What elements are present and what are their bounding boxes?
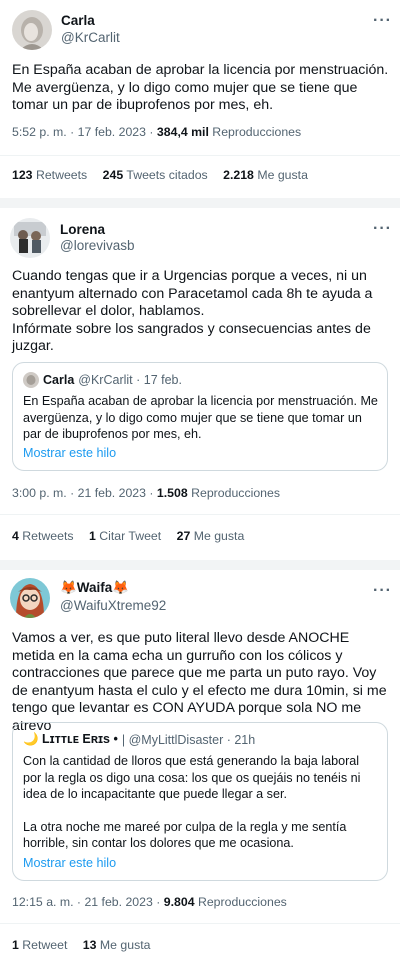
likes-stat[interactable]: 13 Me gusta	[83, 938, 151, 952]
avatar-waifa[interactable]	[10, 578, 50, 618]
tweet-time[interactable]: 3:00 p. m. · 21 feb. 2023 ·	[12, 486, 157, 500]
tweet-paragraph: Cuando tengas que ir a Urgencias porque …	[12, 268, 373, 319]
views-label: Reproducciones	[194, 895, 287, 909]
view-count: 9.804	[163, 895, 195, 909]
quote-paragraph: La otra noche me mareé por culpa de la r…	[23, 819, 347, 851]
quote-author-handle: | @MyLittlDisaster · 21h	[121, 732, 256, 747]
tweet-paragraph: Infórmate sobre los sangrados y consecue…	[12, 320, 371, 355]
quote-author-handle: @KrCarlit · 17 feb.	[78, 373, 182, 387]
quote-text: En España acaban de aprobar la licencia …	[23, 394, 378, 441]
divider	[0, 155, 400, 156]
more-dots-icon[interactable]: ···	[373, 583, 392, 599]
divider	[0, 560, 400, 570]
tweet-time[interactable]: 12:15 a. m. · 21 feb. 2023 ·	[12, 895, 164, 909]
avatar-lorena[interactable]	[10, 218, 50, 258]
more-dots-icon[interactable]: ···	[373, 13, 392, 29]
quote-header: Carla @KrCarlit · 17 feb.	[23, 372, 182, 388]
quote-header: 🌙 Lɪᴛᴛʟᴇ Eʀɪs • | @MyLittlDisaster · 21h	[23, 732, 255, 747]
more-dots-icon[interactable]: ···	[373, 221, 392, 237]
tweet-text: Cuando tengas que ir a Urgencias porque …	[12, 268, 392, 356]
view-count: 384,4 mil	[156, 125, 209, 139]
retweets-stat[interactable]: 1 Retweet	[12, 938, 67, 952]
likes-stat[interactable]: 2.218 Me gusta	[223, 168, 308, 182]
author-handle[interactable]: @KrCarlit	[61, 30, 120, 45]
tweet-stats: 4 Retweets 1 Citar Tweet 27 Me gusta	[12, 529, 256, 543]
divider	[0, 923, 400, 924]
author-handle[interactable]: @lorevivasb	[60, 238, 134, 253]
show-thread-link[interactable]: Mostrar este hilo	[23, 446, 116, 460]
author-name[interactable]: Carla	[61, 13, 95, 28]
views-label: Reproducciones	[187, 486, 280, 500]
avatar-carla[interactable]	[12, 10, 52, 50]
author-name[interactable]: 🦊Waifa🦊	[60, 580, 129, 596]
quote-author-name: Carla	[43, 373, 75, 387]
divider	[0, 514, 400, 515]
quote-avatar	[23, 372, 39, 388]
quoted-tweet[interactable]: 🌙 Lɪᴛᴛʟᴇ Eʀɪs • | @MyLittlDisaster · 21h…	[12, 722, 388, 881]
author-handle[interactable]: @WaifuXtreme92	[60, 598, 166, 613]
quote-tweets-stat[interactable]: 245 Tweets citados	[103, 168, 208, 182]
tweet-meta: 12:15 a. m. · 21 feb. 2023 · 9.804 Repro…	[12, 895, 287, 909]
tweet-time[interactable]: 5:52 p. m. · 17 feb. 2023 ·	[12, 125, 157, 139]
quote-text: Con la cantidad de lloros que está gener…	[23, 753, 379, 852]
tweet-stats: 123 Retweets 245 Tweets citados 2.218 Me…	[12, 168, 320, 182]
tweet-text: Vamos a ver, es que puto literal llevo d…	[12, 630, 387, 734]
tweet-waifa: 🦊Waifa🦊 @WaifuXtreme92 ··· Vamos a ver, …	[0, 570, 400, 971]
quoted-tweet[interactable]: Carla @KrCarlit · 17 feb. En España acab…	[12, 362, 388, 471]
retweets-stat[interactable]: 123 Retweets	[12, 168, 87, 182]
views-label: Reproducciones	[208, 125, 302, 139]
quote-tweets-stat[interactable]: 1 Citar Tweet	[89, 529, 161, 543]
tweet-meta: 3:00 p. m. · 21 feb. 2023 · 1.508 Reprod…	[12, 486, 280, 500]
divider	[0, 198, 400, 208]
author-name[interactable]: Lorena	[60, 222, 105, 237]
likes-stat[interactable]: 27 Me gusta	[177, 529, 245, 543]
quote-author-name: 🌙 Lɪᴛᴛʟᴇ Eʀɪs •	[23, 732, 118, 746]
view-count: 1.508	[156, 486, 188, 500]
show-thread-link[interactable]: Mostrar este hilo	[23, 856, 116, 870]
quote-paragraph: Con la cantidad de lloros que está gener…	[23, 754, 361, 801]
tweet-meta: 5:52 p. m. · 17 feb. 2023 · 384,4 mil Re…	[12, 125, 301, 139]
retweets-stat[interactable]: 4 Retweets	[12, 529, 74, 543]
tweet-stats: 1 Retweet 13 Me gusta	[12, 938, 162, 952]
tweet-text: En España acaban de aprobar la licencia …	[12, 62, 389, 113]
